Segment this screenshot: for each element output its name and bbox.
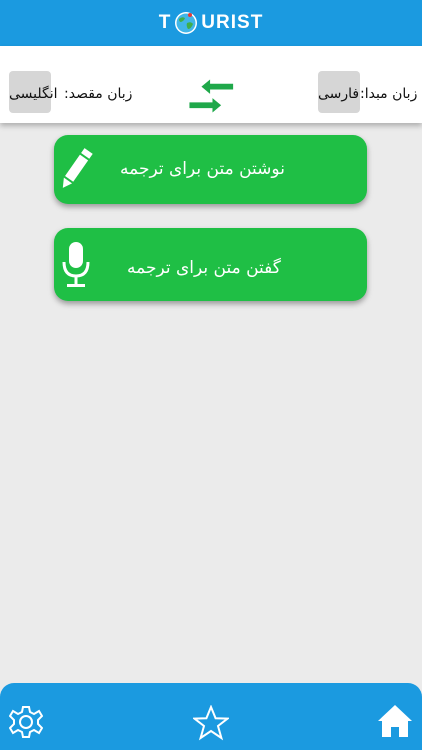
app-header: T URIST	[0, 0, 422, 46]
logo-suffix: URIST	[201, 12, 264, 33]
home-icon[interactable]	[377, 703, 413, 739]
source-language-value[interactable]: فارسی	[318, 86, 359, 102]
star-icon[interactable]	[193, 705, 229, 741]
bottom-nav-bar	[0, 683, 422, 750]
speak-text-button[interactable]: گفتن متن برای ترجمه	[54, 228, 367, 301]
logo-prefix: T	[158, 12, 172, 33]
target-language-value[interactable]: انگلیسی	[9, 86, 58, 102]
source-language-label: زبان مبدا:	[360, 86, 418, 102]
target-language-label: زبان مقصد:	[64, 86, 133, 102]
swap-arrows-icon[interactable]	[188, 78, 236, 114]
write-text-label: نوشتن متن برای ترجمه	[120, 159, 285, 179]
microphone-icon	[62, 242, 90, 287]
write-text-button[interactable]: نوشتن متن برای ترجمه	[54, 135, 367, 204]
pencil-icon	[62, 148, 93, 188]
app-logo: T URIST	[159, 10, 264, 36]
speak-text-label: گفتن متن برای ترجمه	[127, 258, 281, 278]
globe-icon	[175, 12, 198, 34]
gear-icon[interactable]	[9, 705, 43, 739]
